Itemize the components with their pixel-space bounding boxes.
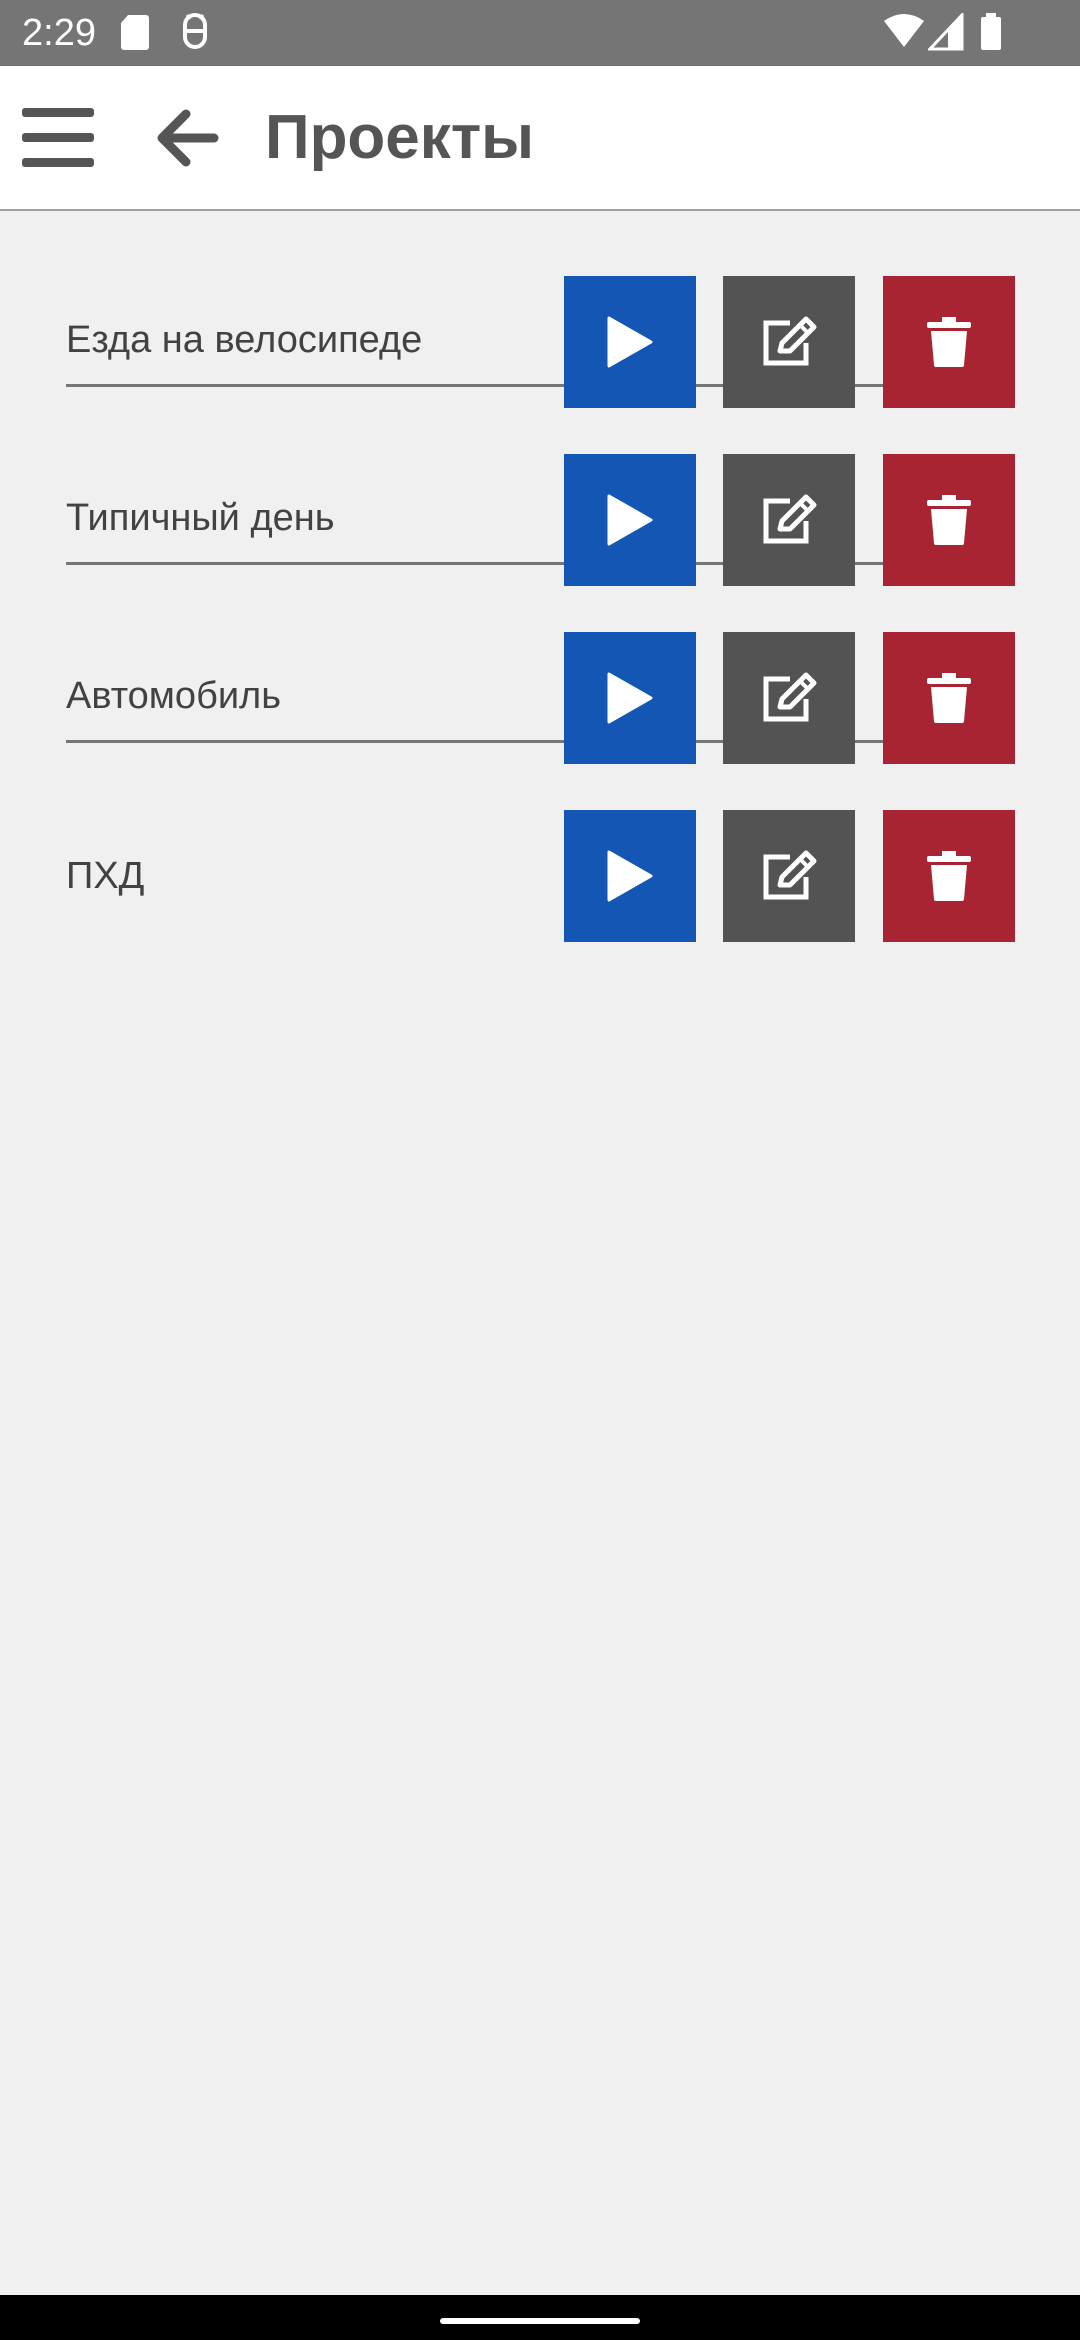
- edit-button[interactable]: [723, 810, 855, 942]
- status-bar: 2:29: [0, 0, 1080, 66]
- play-icon: [607, 672, 653, 724]
- hamburger-menu-icon[interactable]: [20, 104, 98, 172]
- signal-icon: [926, 11, 964, 56]
- delete-button[interactable]: [883, 810, 1015, 942]
- project-row: ПХД: [66, 743, 1015, 942]
- project-row: Езда на велосипеде: [66, 209, 1015, 408]
- trash-icon: [927, 851, 971, 901]
- navigation-bar: [0, 2295, 1080, 2340]
- edit-icon: [763, 494, 817, 544]
- battery-icon: [980, 13, 1002, 56]
- play-icon: [607, 494, 653, 546]
- project-row: Автомобиль: [66, 565, 1015, 764]
- wifi-icon: [884, 13, 924, 56]
- edit-icon: [763, 850, 817, 900]
- trash-icon: [927, 495, 971, 545]
- status-time: 2:29: [22, 12, 96, 54]
- edit-icon: [763, 672, 817, 722]
- project-list: Езда на велосипеде Типичный день Автомоб…: [66, 209, 1015, 942]
- edit-icon: [763, 316, 817, 366]
- trash-icon: [927, 673, 971, 723]
- project-name: ПХД: [66, 854, 145, 897]
- app-bar: Проекты: [0, 66, 1080, 211]
- android-debug-icon: [178, 13, 212, 56]
- sd-card-icon: [120, 13, 150, 56]
- trash-icon: [927, 317, 971, 367]
- page-title: Проекты: [265, 103, 535, 172]
- play-button[interactable]: [564, 810, 696, 942]
- play-icon: [607, 850, 653, 902]
- home-gesture-handle[interactable]: [440, 2318, 640, 2324]
- play-icon: [607, 316, 653, 368]
- project-row: Типичный день: [66, 387, 1015, 586]
- arrow-left-icon[interactable]: [152, 104, 220, 172]
